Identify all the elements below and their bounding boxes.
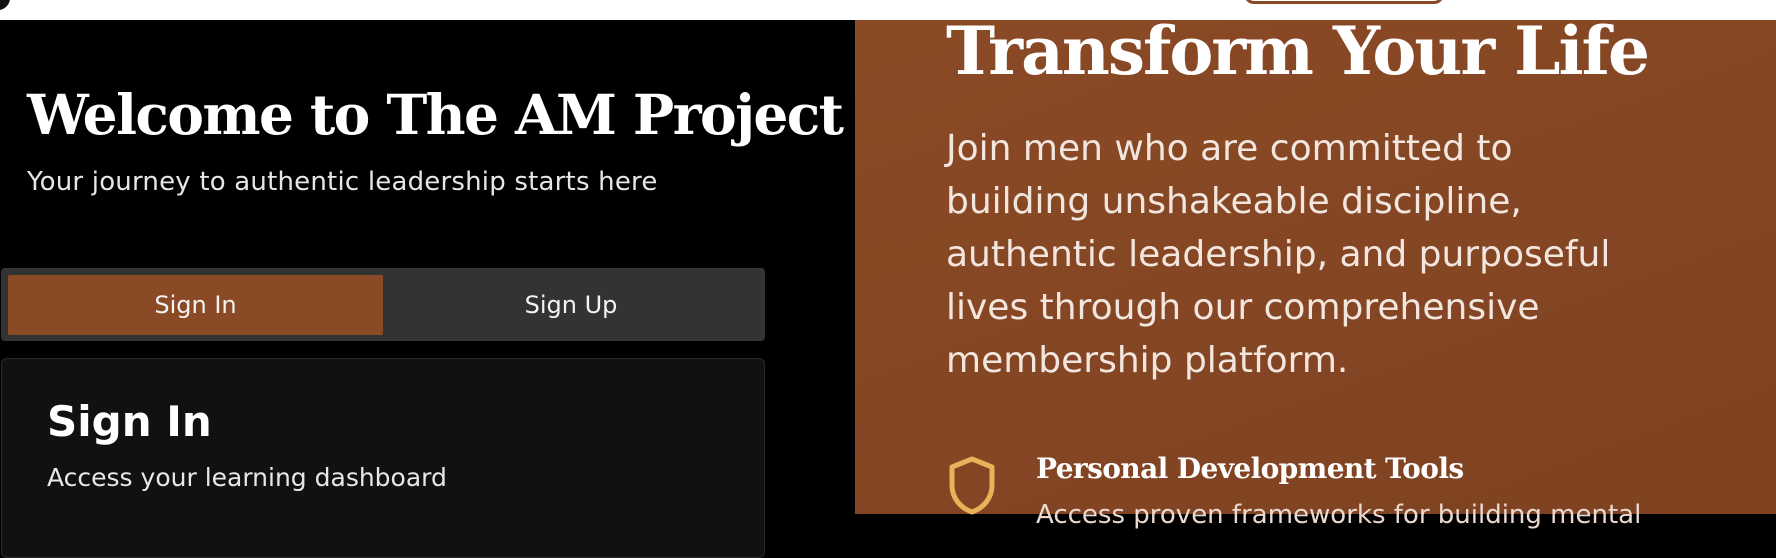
auth-panel: Welcome to The AM Project Your journey t… bbox=[0, 20, 855, 558]
hero-title: Transform Your Life bbox=[946, 12, 1650, 90]
feature-title: Personal Development Tools bbox=[1036, 452, 1464, 485]
sign-in-subtitle: Access your learning dashboard bbox=[47, 463, 447, 492]
welcome-title: Welcome to The AM Project bbox=[27, 82, 844, 147]
tab-sign-up[interactable]: Sign Up bbox=[383, 275, 759, 335]
header-button[interactable] bbox=[1244, 0, 1444, 4]
tab-sign-in[interactable]: Sign In bbox=[8, 275, 383, 335]
hero-panel: Transform Your Life Join men who are com… bbox=[855, 12, 1776, 530]
auth-tabs: Sign In Sign Up bbox=[1, 268, 765, 341]
shield-icon bbox=[946, 455, 998, 515]
welcome-subtitle: Your journey to authentic leadership sta… bbox=[27, 167, 658, 197]
hero-description: Join men who are committed to building u… bbox=[946, 128, 1611, 381]
logo[interactable] bbox=[0, 0, 10, 10]
feature-description: Access proven frameworks for building me… bbox=[1036, 500, 1642, 530]
sign-in-card: Sign In Access your learning dashboard bbox=[1, 358, 765, 558]
sign-in-title: Sign In bbox=[47, 397, 212, 446]
